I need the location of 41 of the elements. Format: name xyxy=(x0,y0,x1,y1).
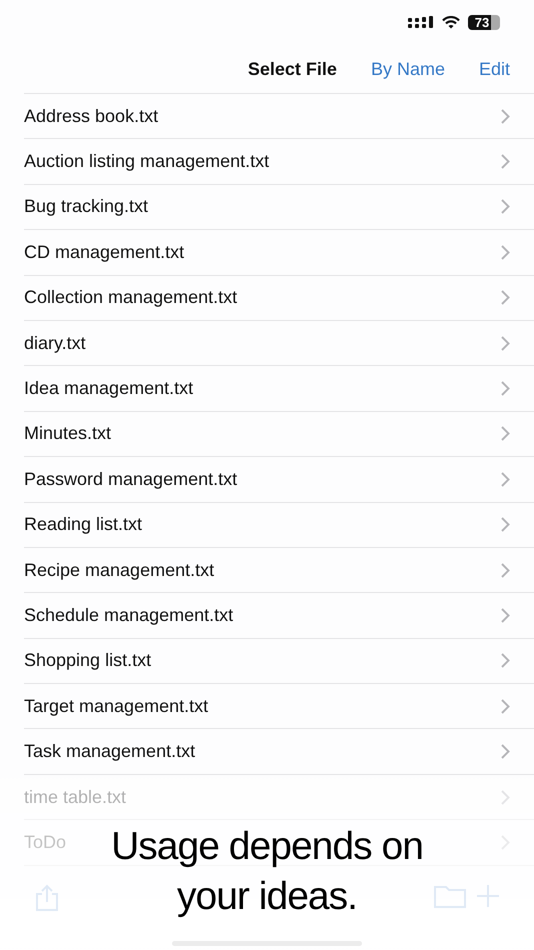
file-name[interactable]: Bug tracking.txt xyxy=(24,193,148,220)
chevron-icon xyxy=(501,336,510,351)
chevron-icon xyxy=(501,244,510,260)
chevron-icon xyxy=(501,608,510,623)
file-name[interactable]: Minutes.txt xyxy=(24,420,112,448)
file-name[interactable]: Schedule management.txt xyxy=(24,602,234,629)
file-name[interactable]: Recipe management.txt xyxy=(24,556,214,584)
chevron-icon xyxy=(501,744,510,760)
chevron-icon xyxy=(501,472,510,487)
edit-button[interactable]: Edit xyxy=(478,56,510,82)
plus-icon[interactable] xyxy=(476,884,500,908)
sort-button[interactable]: By Name xyxy=(370,56,445,82)
caption-text: Usage depends on your ideas. xyxy=(110,824,424,920)
chevron-icon xyxy=(501,698,510,714)
file-name[interactable]: Password management.txt xyxy=(24,466,238,493)
folder-icon[interactable] xyxy=(434,884,466,908)
chevron-icon xyxy=(501,517,510,532)
file-name[interactable]: Target management.txt xyxy=(24,692,208,720)
chevron-icon xyxy=(501,562,510,578)
chevron-icon xyxy=(501,154,510,170)
chevron-icon xyxy=(501,199,510,214)
file-name[interactable]: Collection management.txt xyxy=(24,284,238,312)
battery-indicator: 73 xyxy=(468,15,500,30)
chevron-icon xyxy=(501,381,510,396)
file-name[interactable]: Auction listing management.txt xyxy=(24,148,270,176)
file-name[interactable]: Task management.txt xyxy=(24,738,196,766)
chevron-icon xyxy=(501,290,510,306)
share-icon[interactable] xyxy=(34,884,60,912)
signal-icon xyxy=(408,16,434,29)
nav-title: Select File xyxy=(248,58,337,80)
file-name[interactable]: diary.txt xyxy=(24,330,86,357)
file-name[interactable]: Reading list.txt xyxy=(24,511,142,538)
chevron-icon xyxy=(501,653,510,668)
file-name[interactable]: CD management.txt xyxy=(24,238,184,266)
file-name[interactable]: Shopping list.txt xyxy=(24,647,152,674)
file-name[interactable]: Idea management.txt xyxy=(24,375,194,402)
file-name[interactable]: Address book.txt xyxy=(24,102,158,130)
chevron-icon xyxy=(501,790,510,805)
wifi-icon xyxy=(442,16,460,29)
chevron-icon xyxy=(501,108,510,124)
chevron-icon xyxy=(501,426,510,442)
